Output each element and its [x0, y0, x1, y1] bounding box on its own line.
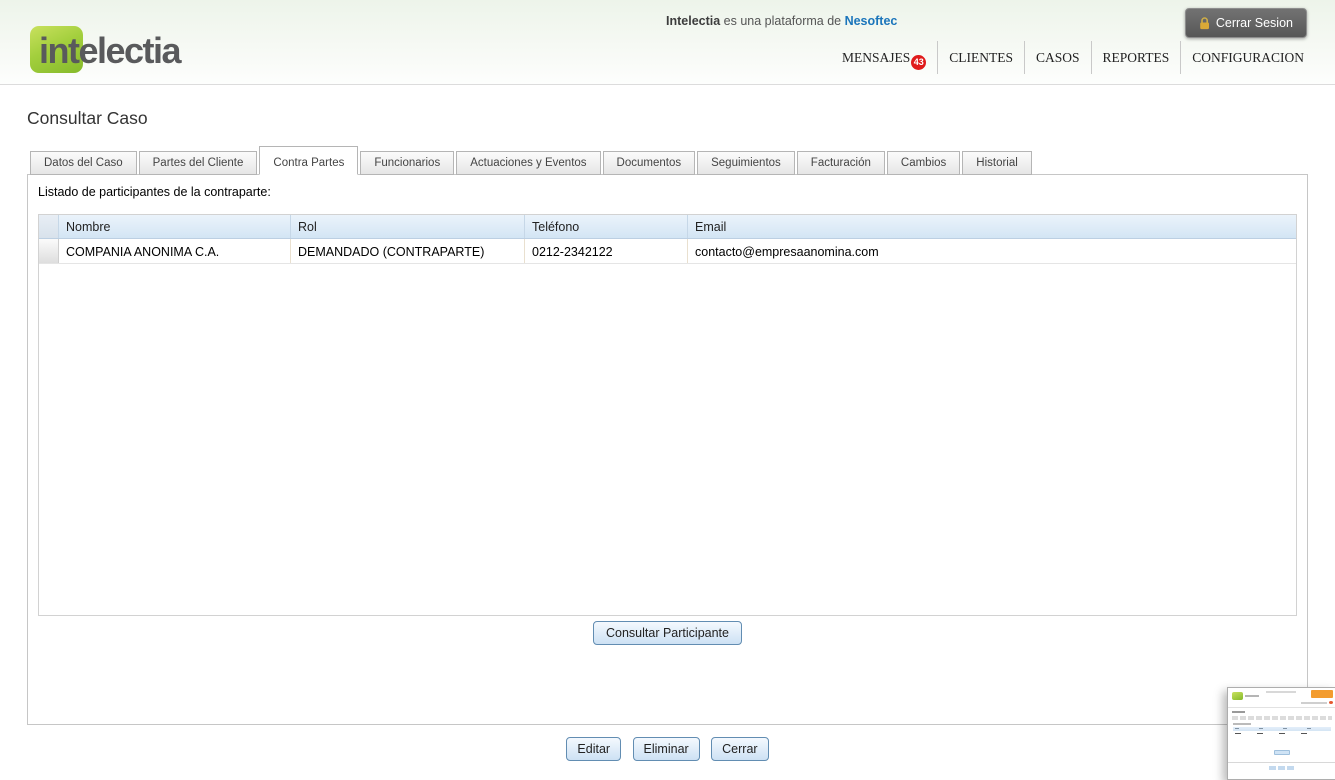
messages-count-badge: 43 — [911, 55, 927, 70]
thumb-mini-title — [1232, 711, 1245, 713]
thumb-mini-badge — [1329, 701, 1333, 704]
page-title: Consultar Caso — [27, 108, 148, 128]
thumb-mini-tabs — [1232, 716, 1332, 720]
participants-grid: Nombre Rol Teléfono Email COMPANIA ANONI… — [38, 214, 1297, 616]
tab-seguimientos[interactable]: Seguimientos — [697, 151, 795, 175]
participants-list-label: Listado de participantes de la contrapar… — [38, 185, 271, 199]
case-tabs: Datos del Caso Partes del Cliente Contra… — [27, 146, 1308, 175]
grid-header-row: Nombre Rol Teléfono Email — [39, 215, 1296, 239]
main-nav: MENSAJES 43 CLIENTES CASOS REPORTES CONFI… — [831, 41, 1315, 74]
nav-item-configuracion[interactable]: CONFIGURACION — [1180, 41, 1315, 74]
tab-partes-del-cliente[interactable]: Partes del Cliente — [138, 151, 258, 175]
thumb-mini-logo — [1232, 692, 1243, 700]
consult-participant-button[interactable]: Consultar Participante — [593, 621, 742, 645]
platform-note-brand: Intelectia — [666, 14, 721, 28]
nav-item-casos[interactable]: CASOS — [1024, 41, 1091, 74]
thumb-mini-logout-button — [1311, 690, 1333, 698]
screenshot-preview-thumbnail[interactable] — [1227, 687, 1335, 780]
contra-partes-panel: Listado de participantes de la contrapar… — [27, 174, 1308, 725]
cell-telefono: 0212-2342122 — [524, 239, 687, 263]
column-header-telefono[interactable]: Teléfono — [524, 215, 687, 238]
logout-button[interactable]: Cerrar Sesion — [1184, 8, 1307, 38]
thumb-mini-grid-header-text — [1235, 728, 1325, 729]
lock-icon — [1199, 16, 1210, 30]
logo-text: intelectia — [39, 30, 182, 71]
cell-nombre: COMPANIA ANONIMA C.A. — [66, 245, 220, 259]
thumb-mini-platform-note — [1266, 691, 1296, 693]
page-content: Consultar Caso Datos del Caso Partes del… — [0, 108, 1335, 761]
logout-label: Cerrar Sesion — [1215, 16, 1293, 30]
tab-actuaciones-y-eventos[interactable]: Actuaciones y Eventos — [456, 151, 601, 175]
tab-historial[interactable]: Historial — [962, 151, 1032, 175]
thumb-mini-header-divider — [1228, 707, 1335, 708]
thumb-mini-consult-button — [1273, 750, 1290, 755]
close-button[interactable]: Cerrar — [711, 737, 769, 761]
column-header-rol[interactable]: Rol — [290, 215, 524, 238]
grid-header-selector-cell — [39, 215, 59, 238]
tab-facturacion[interactable]: Facturación — [796, 151, 885, 175]
nav-item-reportes[interactable]: REPORTES — [1090, 41, 1181, 74]
column-header-email[interactable]: Email — [687, 215, 1296, 238]
cell-email: contacto@empresaanomina.com — [687, 239, 1296, 263]
platform-note-middle: es una plataforma de — [720, 14, 845, 28]
thumb-mini-grid-row — [1235, 733, 1307, 734]
edit-button[interactable]: Editar — [566, 737, 622, 761]
tab-cambios[interactable]: Cambios — [886, 151, 961, 175]
column-header-nombre[interactable]: Nombre — [59, 215, 290, 238]
platform-note-company-link[interactable]: Nesoftec — [845, 14, 898, 28]
thumb-mini-nav — [1301, 702, 1327, 704]
row-selector-cell[interactable] — [39, 239, 59, 263]
thumb-mini-logo-text — [1245, 695, 1259, 697]
platform-note: Intelectia es una plataforma de Nesoftec — [666, 14, 897, 28]
tab-funcionarios[interactable]: Funcionarios — [360, 151, 455, 175]
cell-rol: DEMANDADO (CONTRAPARTE) — [290, 239, 524, 263]
tab-datos-del-caso[interactable]: Datos del Caso — [30, 151, 137, 175]
tab-documentos[interactable]: Documentos — [602, 151, 696, 175]
nav-item-clientes[interactable]: CLIENTES — [937, 41, 1024, 74]
table-row[interactable]: COMPANIA ANONIMA C.A. DEMANDADO (CONTRAP… — [39, 239, 1296, 264]
footer-actions: Editar Eliminar Cerrar — [27, 737, 1308, 761]
thumb-mini-panel-divider — [1228, 762, 1335, 763]
header: Intelectia es una plataforma de Nesoftec… — [0, 0, 1335, 85]
consult-button-row: Consultar Participante — [28, 621, 1307, 645]
nav-item-mensajes[interactable]: MENSAJES 43 — [831, 41, 937, 74]
app-logo[interactable]: intelectia — [30, 26, 260, 78]
tab-contra-partes[interactable]: Contra Partes — [259, 146, 359, 175]
thumb-mini-list-label — [1233, 723, 1251, 725]
thumb-mini-footer-buttons — [1268, 766, 1295, 770]
delete-button[interactable]: Eliminar — [632, 737, 700, 761]
